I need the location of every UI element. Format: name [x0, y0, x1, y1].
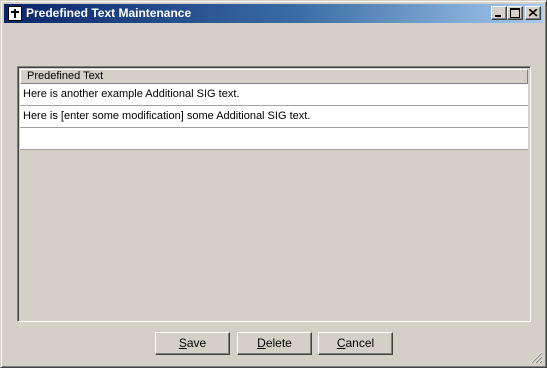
minimize-button[interactable]	[491, 6, 507, 20]
delete-button[interactable]: Delete	[237, 332, 312, 355]
close-icon	[529, 9, 538, 17]
list-item[interactable]: Here is [enter some modification] some A…	[20, 106, 528, 128]
save-button[interactable]: Save	[155, 332, 230, 355]
cancel-label-rest: ancel	[345, 336, 375, 350]
resize-grip-icon[interactable]	[530, 351, 543, 364]
save-mnemonic: S	[178, 336, 187, 350]
predefined-text-window: Predefined Text Maintenance Predefined T…	[0, 0, 547, 368]
list-item-empty[interactable]	[20, 128, 528, 150]
save-label-rest: ave	[186, 336, 207, 350]
delete-mnemonic: D	[257, 336, 266, 350]
predefined-text-list[interactable]: Predefined Text Here is another example …	[17, 66, 531, 322]
app-icon[interactable]	[8, 6, 22, 21]
cancel-button[interactable]: Cancel	[318, 332, 393, 355]
window-title: Predefined Text Maintenance	[26, 6, 192, 20]
title-bar[interactable]: Predefined Text Maintenance	[4, 4, 543, 23]
maximize-button[interactable]	[507, 6, 523, 20]
close-button[interactable]	[525, 6, 541, 20]
list-item[interactable]: Here is another example Additional SIG t…	[20, 84, 528, 106]
delete-label-rest: elete	[265, 336, 292, 350]
column-header-predefined-text[interactable]: Predefined Text	[20, 69, 528, 84]
